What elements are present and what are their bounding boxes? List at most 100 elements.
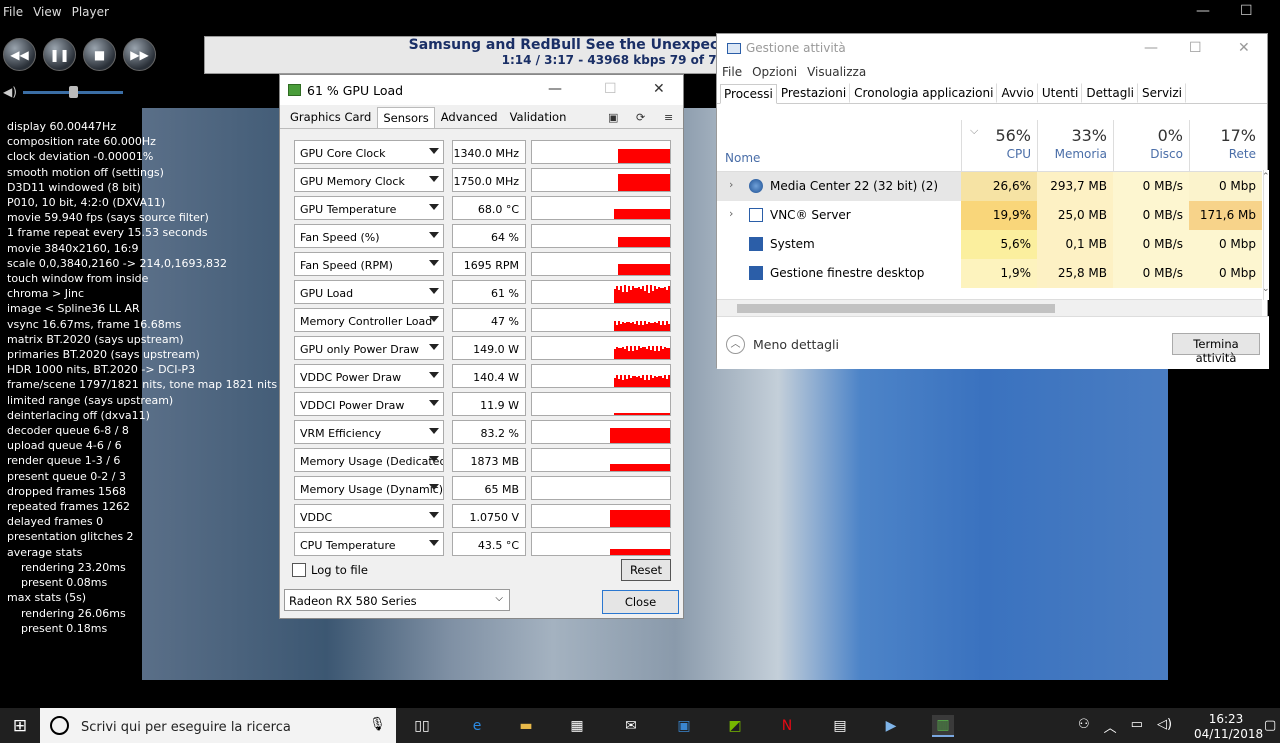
sensor-name-dropdown[interactable]: GPU Load — [294, 280, 444, 304]
gpuz-minimize-button[interactable]: — — [548, 81, 562, 97]
sensor-name-dropdown[interactable]: Memory Usage (Dedicated) — [294, 448, 444, 472]
chevron-up-icon[interactable]: ︿ — [726, 335, 745, 354]
nvidia-icon[interactable]: ◩ — [724, 715, 746, 737]
refresh-icon[interactable]: ⟳ — [636, 111, 645, 124]
column-percent: 0% — [1157, 126, 1183, 145]
tab-validation[interactable]: Validation — [504, 106, 573, 128]
tm-tab-cronologia-applicazioni[interactable]: Cronologia applicazioni — [850, 83, 998, 103]
scroll-up-icon[interactable]: ⌃ — [1262, 172, 1270, 182]
media-player-icon[interactable]: ▶ — [880, 715, 902, 737]
process-row[interactable]: › Media Center 22 (32 bit) (2) 26,6% 293,7 … — [717, 172, 1262, 201]
sensor-name-dropdown[interactable]: GPU Memory Clock — [294, 168, 444, 192]
tm-tab-utenti[interactable]: Utenti — [1038, 83, 1083, 103]
sensor-name-dropdown[interactable]: GPU Core Clock — [294, 140, 444, 164]
gpuz-maximize-button[interactable]: ☐ — [604, 81, 617, 97]
sensor-name-dropdown[interactable]: Fan Speed (%) — [294, 224, 444, 248]
microphone-icon[interactable]: 🎙 — [369, 717, 386, 732]
tm-menu-visualizza[interactable]: Visualizza — [807, 65, 866, 79]
people-icon[interactable]: ⚇ — [1078, 717, 1090, 736]
tm-tab-prestazioni[interactable]: Prestazioni — [777, 83, 851, 103]
process-disk: 0 MB/s — [1113, 230, 1189, 259]
system-tray: ⚇ ︿ ▭ ◁) — [1078, 717, 1172, 736]
graph-bar — [616, 347, 618, 359]
sensor-name-dropdown[interactable]: Fan Speed (RPM) — [294, 252, 444, 276]
explorer-icon[interactable]: ▬ — [515, 715, 537, 737]
tm-tab-servizi[interactable]: Servizi — [1138, 83, 1187, 103]
sensor-name-dropdown[interactable]: Memory Controller Load — [294, 308, 444, 332]
forward-button[interactable]: ▶▶ — [123, 38, 156, 71]
expand-chevron-icon[interactable]: › — [729, 178, 733, 191]
column-rete[interactable]: 17% Rete — [1189, 120, 1262, 172]
gpu-select[interactable]: Radeon RX 580 Series ⌵ — [284, 589, 510, 611]
notifications-icon[interactable]: ▢ — [1264, 718, 1276, 733]
process-row[interactable]: Gestione finestre desktop 1,9% 25,8 MB 0 MB… — [717, 259, 1262, 288]
sensor-name-dropdown[interactable]: VDDC Power Draw — [294, 364, 444, 388]
player-menu-file[interactable]: File — [3, 5, 23, 29]
store-icon[interactable]: ▦ — [566, 715, 588, 737]
tm-maximize-button[interactable]: ☐ — [1189, 40, 1202, 56]
mail-icon[interactable]: ✉ — [620, 715, 642, 737]
sensor-name-dropdown[interactable]: GPU Temperature — [294, 196, 444, 220]
close-button[interactable]: Close — [602, 590, 679, 614]
column-name[interactable]: Nome — [725, 151, 760, 165]
expand-chevron-icon[interactable]: › — [729, 207, 733, 220]
search-box[interactable]: Scrivi qui per eseguire la ricerca 🎙 — [40, 708, 396, 743]
tm-tab-avvio[interactable]: Avvio — [997, 83, 1038, 103]
sensor-name-dropdown[interactable]: VRM Efficiency — [294, 420, 444, 444]
vnc-viewer-icon[interactable]: ▤ — [829, 715, 851, 737]
process-row[interactable]: System 5,6% 0,1 MB 0 MB/s 0 Mbp — [717, 230, 1262, 259]
end-task-button[interactable]: Termina attività — [1172, 333, 1260, 365]
player-maximize-button[interactable]: ☐ — [1240, 3, 1253, 19]
tm-menu-opzioni[interactable]: Opzioni — [752, 65, 797, 79]
edge-icon[interactable]: e — [466, 715, 488, 737]
sensor-name-dropdown[interactable]: CPU Temperature — [294, 532, 444, 556]
tm-tab-processi[interactable]: Processi — [720, 84, 777, 104]
player-menu-view[interactable]: View — [33, 5, 61, 29]
player-menu-player[interactable]: Player — [72, 5, 109, 29]
tm-vertical-scrollbar[interactable]: ⌃ ⌄ — [1262, 170, 1270, 300]
network-icon[interactable]: ▭ — [1131, 717, 1143, 736]
process-row[interactable]: › VNC® Server 19,9% 25,0 MB 0 MB/s 171,6 Mb — [717, 201, 1262, 230]
player-minimize-button[interactable]: — — [1196, 3, 1210, 19]
tm-minimize-button[interactable]: — — [1144, 40, 1158, 56]
column-percent: 56% — [995, 126, 1031, 145]
tab-sensors[interactable]: Sensors — [377, 107, 435, 128]
speaker-tray-icon[interactable]: ◁) — [1157, 717, 1172, 736]
sensor-name-dropdown[interactable]: GPU only Power Draw — [294, 336, 444, 360]
column-disco[interactable]: 0% Disco — [1113, 120, 1189, 172]
clock[interactable]: 16:23 04/11/2018 — [1194, 712, 1263, 742]
task-view-icon[interactable]: ▯▯ — [411, 715, 433, 737]
reset-button[interactable]: Reset — [621, 559, 671, 581]
fewer-details-link[interactable]: Meno dettagli — [753, 337, 839, 352]
gpuz-icon[interactable]: ▥ — [932, 715, 954, 737]
volume-slider[interactable] — [22, 85, 123, 98]
tab-graphics-card[interactable]: Graphics Card — [284, 106, 377, 128]
gpuz-close-button[interactable]: ✕ — [653, 81, 665, 97]
sensor-name-dropdown[interactable]: VDDC — [294, 504, 444, 528]
tm-horizontal-scrollbar[interactable] — [717, 299, 1262, 316]
netflix-icon[interactable]: N — [776, 715, 798, 737]
tray-chevron-icon[interactable]: ︿ — [1104, 717, 1117, 736]
sensor-name-dropdown[interactable]: Memory Usage (Dynamic) — [294, 476, 444, 500]
log-checkbox[interactable] — [292, 563, 306, 577]
pause-button[interactable]: ❚❚ — [43, 38, 76, 71]
tab-advanced[interactable]: Advanced — [435, 106, 504, 128]
stop-button[interactable]: ■ — [83, 38, 116, 71]
rewind-button[interactable]: ◀◀ — [3, 38, 36, 71]
tm-menu-file[interactable]: File — [722, 65, 742, 79]
speaker-icon[interactable]: ◀) — [3, 85, 17, 99]
camera-icon[interactable]: ▣ — [608, 111, 618, 124]
cortana-icon[interactable] — [50, 716, 69, 735]
scroll-down-icon[interactable]: ⌄ — [1262, 284, 1270, 294]
column-memoria[interactable]: 33% Memoria — [1037, 120, 1113, 172]
tm-close-button[interactable]: ✕ — [1238, 40, 1250, 56]
tm-hscroll-thumb[interactable] — [737, 304, 1055, 313]
tm-tab-dettagli[interactable]: Dettagli — [1082, 83, 1139, 103]
menu-icon[interactable]: ≡ — [664, 111, 673, 124]
log-to-file[interactable]: Log to file — [292, 563, 368, 577]
remote-desktop-icon[interactable]: ▣ — [673, 715, 695, 737]
volume-knob[interactable] — [68, 85, 78, 98]
windows-start-icon[interactable]: ⊞ — [0, 708, 40, 743]
sensor-name-dropdown[interactable]: VDDCI Power Draw — [294, 392, 444, 416]
column-cpu[interactable]: 56% CPU — [961, 120, 1037, 172]
